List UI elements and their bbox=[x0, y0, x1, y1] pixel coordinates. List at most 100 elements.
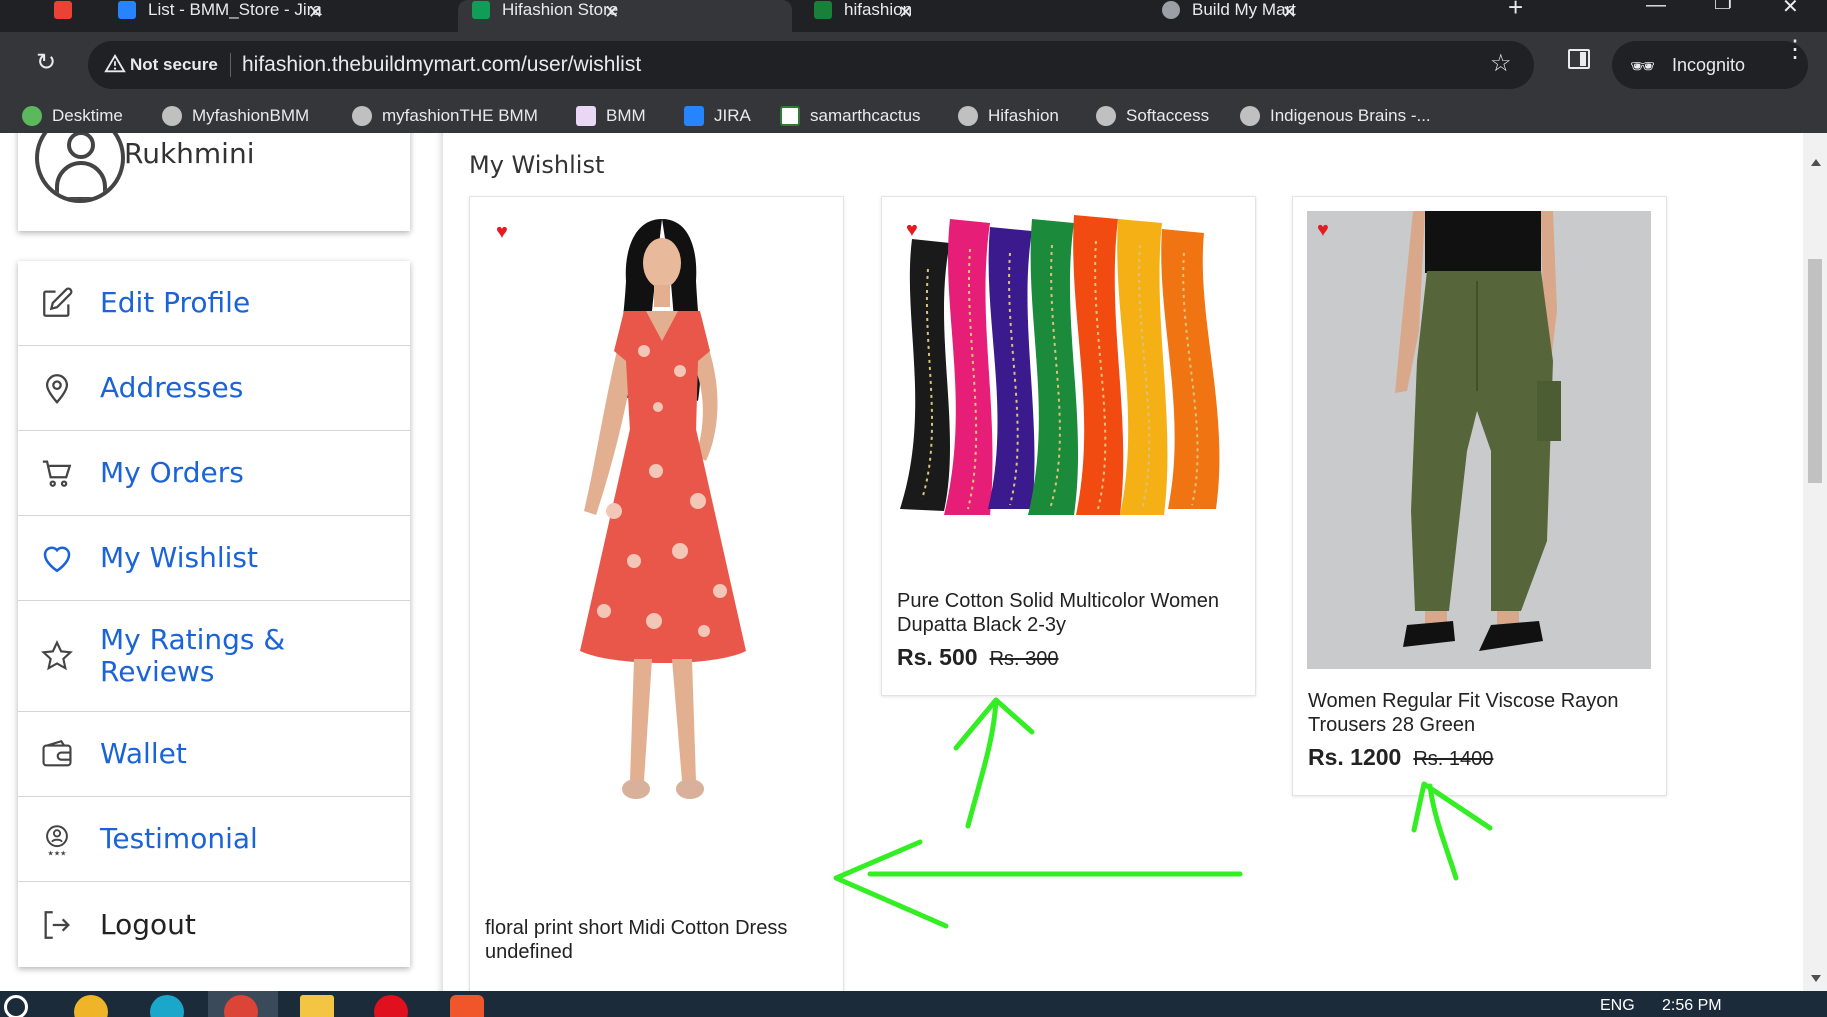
menu-item-wallet[interactable]: Wallet bbox=[18, 712, 410, 797]
clock-time[interactable]: 2:56 PM bbox=[1662, 997, 1722, 1015]
edge-icon[interactable] bbox=[150, 995, 184, 1017]
product-image-dress[interactable] bbox=[484, 211, 830, 811]
tab-label: Build My Mart bbox=[1192, 0, 1296, 19]
bookmark-indigenous-brains[interactable]: Indigenous Brains -... bbox=[1240, 106, 1431, 126]
os-taskbar: ENG 2:56 PM bbox=[0, 991, 1827, 1017]
scrollbar-thumb[interactable] bbox=[1808, 259, 1822, 483]
tab-gmail[interactable] bbox=[40, 0, 100, 32]
desktime-icon bbox=[22, 106, 42, 126]
menu-label: Wallet bbox=[100, 737, 187, 770]
side-panel-icon[interactable] bbox=[1568, 49, 1590, 69]
browser-toolbar: ↻ Not secure hifashion.thebuildmymart.co… bbox=[0, 32, 1827, 133]
cart-icon bbox=[42, 460, 72, 487]
reload-icon[interactable]: ↻ bbox=[36, 48, 56, 77]
wishlist-card[interactable]: ♥ Women Regular Fit Viscose Rayon Trouse… bbox=[1292, 196, 1667, 796]
wishlist-card[interactable]: ♥ floral print short Midi Cotton Dress u… bbox=[469, 196, 844, 991]
product-name[interactable]: Women Regular Fit Viscose Rayon Trousers… bbox=[1308, 689, 1653, 737]
menu-item-my-wishlist[interactable]: My Wishlist bbox=[18, 516, 410, 601]
product-price: Rs. 1200 bbox=[1308, 744, 1402, 770]
globe-icon bbox=[1240, 106, 1260, 126]
menu-label: Testimonial bbox=[100, 822, 258, 855]
menu-item-logout[interactable]: Logout bbox=[18, 882, 410, 967]
heart-filled-icon[interactable]: ♥ bbox=[1317, 219, 1329, 242]
menu-item-addresses[interactable]: Addresses bbox=[18, 346, 410, 431]
minimize-icon[interactable]: — bbox=[1646, 0, 1666, 17]
bookmark-star-icon[interactable]: ☆ bbox=[1490, 49, 1512, 78]
bookmark-samarthcactus[interactable]: samarthcactus bbox=[780, 106, 921, 126]
brave-icon[interactable] bbox=[450, 995, 484, 1017]
product-name[interactable]: Pure Cotton Solid Multicolor Women Dupat… bbox=[897, 589, 1247, 637]
menu-label: My Wishlist bbox=[100, 541, 258, 574]
jira-icon bbox=[684, 106, 704, 126]
heart-filled-icon[interactable]: ♥ bbox=[496, 221, 508, 244]
window-close-icon[interactable]: ✕ bbox=[1782, 0, 1799, 19]
bookmark-hifashion[interactable]: Hifashion bbox=[958, 106, 1059, 126]
product-name[interactable]: floral print short Midi Cotton Dress und… bbox=[485, 916, 825, 964]
globe-icon bbox=[1162, 1, 1180, 19]
globe-icon bbox=[1096, 106, 1116, 126]
folder-icon[interactable] bbox=[300, 995, 334, 1017]
product-image-dupatta[interactable] bbox=[892, 209, 1244, 529]
widgets-icon[interactable] bbox=[74, 995, 108, 1017]
globe-icon bbox=[958, 106, 978, 126]
bookmark-myfashionthebmm[interactable]: myfashionTHE BMM bbox=[352, 106, 538, 126]
restore-icon[interactable]: ❐ bbox=[1714, 0, 1732, 15]
incognito-label: Incognito bbox=[1672, 54, 1746, 75]
wishlist-card[interactable]: ♥ Pure Cotton Solid Multicolor Women Dup… bbox=[881, 196, 1256, 696]
logout-icon bbox=[44, 910, 70, 939]
menu-item-edit-profile[interactable]: Edit Profile bbox=[18, 261, 410, 346]
menu-label: My Ratings & Reviews bbox=[100, 623, 286, 688]
scroll-down-arrow-icon[interactable] bbox=[1811, 975, 1821, 982]
bookmark-softaccess[interactable]: Softaccess bbox=[1096, 106, 1209, 126]
bookmark-myfashionbmm[interactable]: MyfashionBMM bbox=[162, 106, 309, 126]
gmail-icon bbox=[54, 1, 72, 19]
bookmark-desktime[interactable]: Desktime bbox=[22, 106, 123, 126]
menu-label: Logout bbox=[100, 907, 196, 941]
language-indicator[interactable]: ENG bbox=[1600, 997, 1635, 1015]
incognito-icon: 🕶 bbox=[1630, 56, 1656, 78]
url-text[interactable]: hifashion.thebuildmymart.com/user/wishli… bbox=[242, 53, 641, 77]
bookmark-bmm[interactable]: BMM bbox=[576, 106, 646, 126]
right-gutter bbox=[1691, 133, 1803, 991]
page-scrollbar[interactable] bbox=[1803, 133, 1827, 991]
menu-item-my-ratings-reviews[interactable]: My Ratings & Reviews bbox=[18, 601, 410, 712]
tab-strip: List - BMM_Store - Jira ✕ Hifashion Stor… bbox=[0, 0, 1827, 32]
jira-icon bbox=[118, 1, 136, 19]
avatar-body bbox=[55, 161, 107, 199]
menu-label: Addresses bbox=[100, 371, 244, 404]
close-icon[interactable]: ✕ bbox=[898, 2, 913, 23]
bookmark-label: Indigenous Brains -... bbox=[1270, 106, 1431, 125]
globe-icon bbox=[162, 106, 182, 126]
scroll-up-arrow-icon[interactable] bbox=[1811, 159, 1821, 166]
product-old-price: Rs. 300 bbox=[989, 648, 1059, 670]
store-icon bbox=[472, 1, 490, 19]
new-tab-plus-icon[interactable]: + bbox=[1508, 0, 1523, 23]
tab-label: List - BMM_Store - Jira bbox=[148, 0, 322, 19]
menu-label: Edit Profile bbox=[100, 286, 251, 319]
close-icon[interactable]: ✕ bbox=[308, 2, 323, 23]
product-image-trousers[interactable] bbox=[1307, 211, 1651, 669]
incognito-badge[interactable]: 🕶 Incognito bbox=[1612, 41, 1808, 89]
opera-icon[interactable] bbox=[374, 995, 408, 1017]
tab-hifashion-store[interactable]: Hifashion Store ✕ bbox=[458, 0, 792, 32]
kebab-menu-icon[interactable]: ⋮ bbox=[1783, 38, 1807, 62]
menu-label: My Orders bbox=[100, 456, 244, 489]
profile-card: Rukhmini bbox=[18, 133, 410, 231]
tab-build-my-mart[interactable]: Build My Mart ✕ bbox=[1148, 0, 1488, 32]
address-bar[interactable]: Not secure hifashion.thebuildmymart.com/… bbox=[88, 41, 1534, 89]
menu-item-my-orders[interactable]: My Orders bbox=[18, 431, 410, 516]
close-icon[interactable]: ✕ bbox=[604, 2, 619, 23]
close-icon[interactable]: ✕ bbox=[1282, 2, 1297, 23]
heart-filled-icon[interactable]: ♥ bbox=[906, 219, 918, 242]
testimonial-icon: ★★★ bbox=[46, 825, 68, 856]
bookmark-jira[interactable]: JIRA bbox=[684, 106, 751, 126]
tab-jira[interactable]: List - BMM_Store - Jira ✕ bbox=[104, 0, 452, 32]
not-secure-label[interactable]: Not secure bbox=[130, 55, 218, 75]
bookmark-label: samarthcactus bbox=[810, 106, 921, 125]
map-pin-icon bbox=[45, 374, 69, 404]
avatar-head bbox=[67, 133, 95, 159]
menu-item-testimonial[interactable]: ★★★ Testimonial bbox=[18, 797, 410, 882]
search-icon[interactable] bbox=[4, 995, 28, 1017]
avatar-icon bbox=[35, 133, 125, 203]
tab-hifashion-sheet[interactable]: hifashion ✕ bbox=[800, 0, 1140, 32]
